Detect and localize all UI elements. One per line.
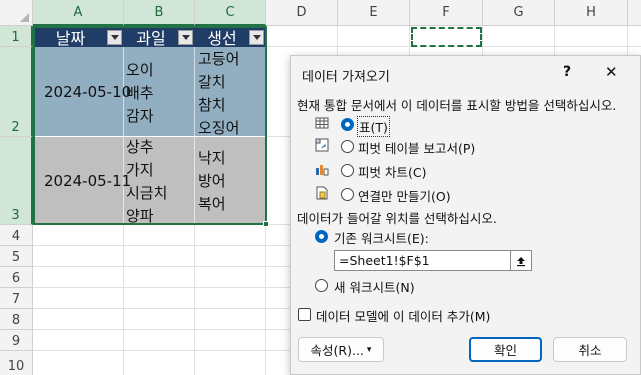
- row-header-9[interactable]: 9: [0, 330, 33, 351]
- column-header-b[interactable]: B: [124, 0, 195, 26]
- dialog-title: 데이터 가져오기: [302, 70, 390, 85]
- column-header-c[interactable]: C: [195, 0, 266, 26]
- row-header-6[interactable]: 6: [0, 267, 33, 288]
- add-to-data-model-label[interactable]: 데이터 모델에 이 데이터 추가(M): [316, 306, 490, 325]
- column-header-overflow: [628, 0, 641, 26]
- ok-button[interactable]: 확인: [469, 337, 542, 362]
- existing-sheet-label[interactable]: 기존 워크시트(E):: [334, 228, 429, 247]
- row-header-8[interactable]: 8: [0, 309, 33, 330]
- view-prompt: 현재 통합 문서에서 이 데이터를 표시할 방법을 선택하십시오.: [297, 98, 617, 113]
- row-header-4[interactable]: 4: [0, 225, 33, 246]
- column-header-a[interactable]: A: [33, 0, 124, 26]
- dropdown-arrow-icon: ▾: [366, 344, 372, 355]
- column-header-e[interactable]: E: [338, 0, 410, 26]
- column-header-g[interactable]: G: [483, 0, 555, 26]
- radio-pivot-table[interactable]: [341, 140, 354, 153]
- location-prompt: 데이터가 들어갈 위치를 선택하십시오.: [297, 211, 497, 226]
- selection-border: [33, 26, 267, 225]
- pivot-chart-icon: [316, 165, 329, 176]
- radio-table[interactable]: [341, 118, 354, 131]
- column-header-h[interactable]: H: [555, 0, 628, 26]
- location-input[interactable]: =Sheet1!$F$1: [334, 250, 532, 271]
- table-icon: [315, 117, 329, 129]
- radio-connection-only[interactable]: [341, 188, 354, 201]
- row-header-7[interactable]: 7: [0, 288, 33, 309]
- pivot-table-icon: [315, 138, 329, 152]
- option-connection-only-label[interactable]: 연결만 만들기(O): [358, 186, 451, 205]
- new-sheet-label[interactable]: 새 워크시트(N): [334, 277, 415, 296]
- radio-new-sheet[interactable]: [315, 279, 328, 292]
- range-picker-button[interactable]: [510, 250, 532, 271]
- add-to-data-model-checkbox[interactable]: [298, 308, 311, 321]
- select-all-corner[interactable]: [0, 0, 33, 26]
- fill-handle[interactable]: [263, 221, 269, 227]
- radio-existing-sheet[interactable]: [315, 230, 328, 243]
- connection-icon: [316, 186, 328, 200]
- close-icon[interactable]: ✕: [605, 63, 618, 81]
- row-header-1[interactable]: 1: [0, 26, 33, 47]
- row-header-2[interactable]: 2: [0, 47, 33, 137]
- row-header-10[interactable]: 10: [0, 351, 33, 375]
- destination-marquee: [411, 27, 482, 47]
- radio-pivot-chart[interactable]: [341, 164, 354, 177]
- column-header-d[interactable]: D: [266, 0, 338, 26]
- row-header-3[interactable]: 3: [0, 137, 33, 225]
- option-table-label[interactable]: 표(T): [357, 116, 390, 137]
- properties-button[interactable]: 속성(R)... ▾: [298, 337, 384, 362]
- option-pivot-chart-label[interactable]: 피벗 차트(C): [358, 162, 426, 181]
- properties-label: 속성(R)...: [310, 343, 364, 358]
- collapse-arrow-icon: [517, 256, 525, 266]
- row-header-5[interactable]: 5: [0, 246, 33, 267]
- help-button[interactable]: ?: [563, 64, 571, 80]
- option-pivot-table-label[interactable]: 피벗 테이블 보고서(P): [358, 138, 475, 157]
- cancel-button[interactable]: 취소: [553, 337, 627, 362]
- select-all-triangle-icon: [20, 13, 29, 22]
- import-data-dialog: 데이터 가져오기 ? ✕ 현재 통합 문서에서 이 데이터를 표시할 방법을 선…: [290, 55, 641, 375]
- column-header-f[interactable]: F: [410, 0, 483, 26]
